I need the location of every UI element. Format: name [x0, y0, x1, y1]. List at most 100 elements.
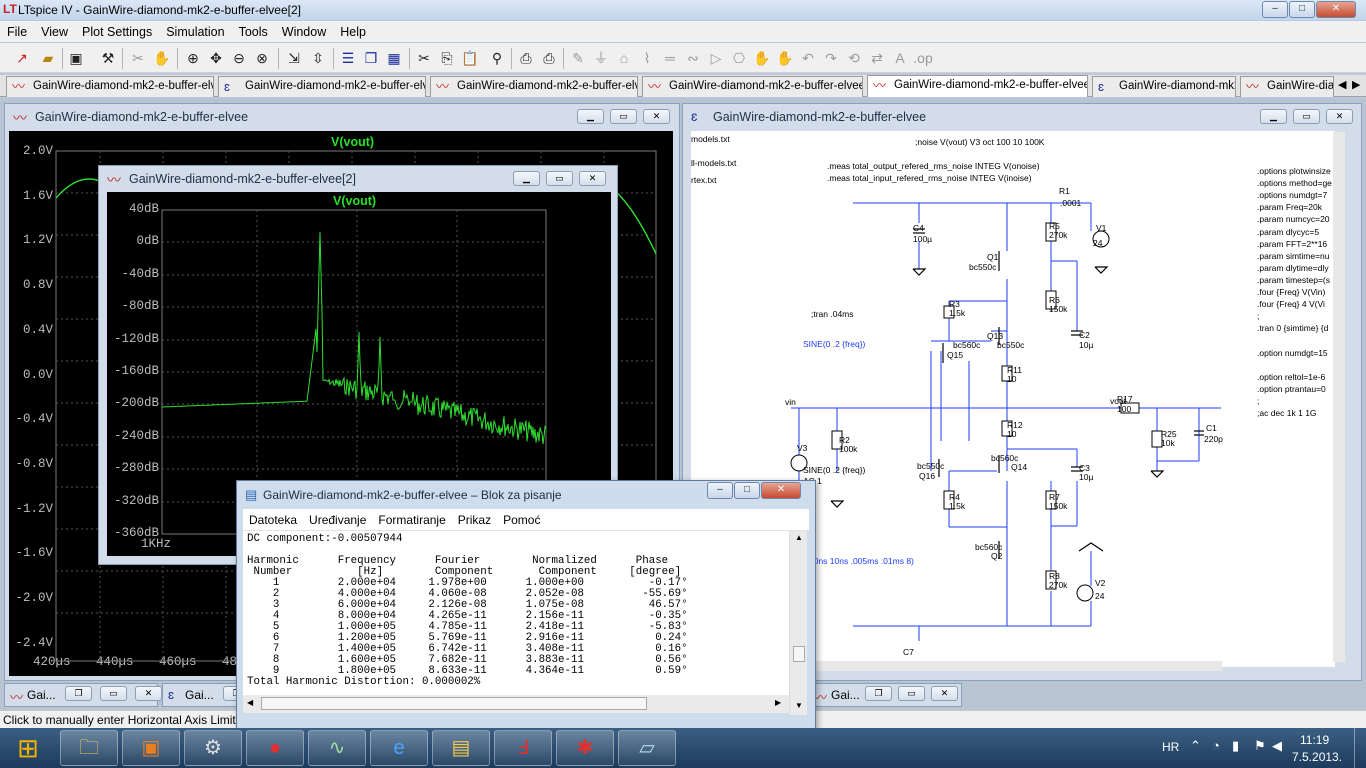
open-icon[interactable]: ▰: [38, 48, 58, 68]
schematic-label[interactable]: .meas total_input_refered_rms_noise INTE…: [827, 173, 1032, 183]
schematic-label[interactable]: .0001: [1060, 198, 1081, 208]
schematic-label[interactable]: R1: [1059, 186, 1070, 196]
maximize-button[interactable]: ▭: [898, 686, 925, 701]
taskbar-notepad[interactable]: ▱: [618, 730, 676, 766]
spice-directive[interactable]: .option ptrantau=0: [1257, 384, 1326, 394]
redo-icon[interactable]: ↷: [821, 48, 841, 68]
zoom-in-icon[interactable]: ⊕: [183, 48, 203, 68]
cascade-icon[interactable]: ❐: [361, 48, 381, 68]
schematic-maximize-button[interactable]: ▭: [1293, 109, 1320, 124]
notepad-close-button[interactable]: ✕: [761, 482, 801, 499]
schematic-label[interactable]: C4: [913, 223, 924, 233]
schematic-label[interactable]: bc550c: [997, 340, 1024, 350]
schematic-label[interactable]: 1.5k: [949, 501, 965, 511]
transient-close-button[interactable]: ✕: [643, 109, 670, 124]
spice-directive-icon[interactable]: .op: [913, 48, 933, 68]
action-center-icon[interactable]: ⚑: [1254, 738, 1266, 754]
inductor-icon[interactable]: ∾: [683, 48, 703, 68]
zoom-full-icon[interactable]: ⊗: [252, 48, 272, 68]
notepad-menu-file[interactable]: Datoteka: [243, 513, 303, 527]
menu-simulation[interactable]: Simulation: [159, 25, 231, 39]
start-button[interactable]: ⊞: [4, 728, 52, 768]
notepad-hscroll[interactable]: ◀ ▶: [243, 695, 789, 713]
schematic-label[interactable]: SINE(0 .2 {freq}): [803, 465, 865, 475]
tab-doc-3[interactable]: 〰 GainWire-diamond-mk2-e-buffer-elvee: [430, 76, 638, 97]
schematic-label[interactable]: bc550c: [969, 262, 996, 272]
tab-doc-6[interactable]: ɛ GainWire-diamond-mk2-f: [1092, 76, 1236, 97]
schematic-label[interactable]: models.txt: [691, 134, 730, 144]
spice-directive[interactable]: .param timestep=(s: [1257, 275, 1330, 285]
schematic-label[interactable]: 10: [1007, 429, 1016, 439]
tab-scroll-right-icon[interactable]: ▶: [1352, 78, 1360, 91]
notepad-menu-help[interactable]: Pomoć: [497, 513, 546, 527]
tab-doc-2[interactable]: ɛ GainWire-diamond-mk2-e-buffer-elvee: [218, 76, 426, 97]
schematic-minimize-button[interactable]: ▁: [1260, 109, 1287, 124]
restore-button[interactable]: ❐: [865, 686, 892, 701]
schematic-label[interactable]: V1: [1096, 223, 1106, 233]
notepad-text-area[interactable]: DC component:-0.00507944 Harmonic Freque…: [243, 531, 789, 695]
zoom-pan-icon[interactable]: ✥: [206, 48, 226, 68]
autorange-icon[interactable]: ⇲: [284, 48, 304, 68]
move-icon[interactable]: ✋: [752, 48, 772, 68]
minimized-window-3[interactable]: 〰 Gai... ❐ ▭ ✕: [808, 683, 962, 707]
taskbar-app-4[interactable]: ●: [246, 730, 304, 766]
clock-date[interactable]: 7.5.2013.: [1292, 750, 1342, 764]
menu-tools[interactable]: Tools: [232, 25, 275, 39]
resistor-icon[interactable]: ⌇: [637, 48, 657, 68]
spice-directive[interactable]: .option numdgt=15: [1257, 348, 1328, 358]
autorange-y-icon[interactable]: ⇳: [308, 48, 328, 68]
schematic-label[interactable]: C2: [1079, 330, 1090, 340]
schematic-label[interactable]: 270k: [1049, 230, 1067, 240]
schematic-label[interactable]: 220p: [1204, 434, 1223, 444]
transient-maximize-button[interactable]: ▭: [610, 109, 637, 124]
language-indicator[interactable]: HR: [1162, 740, 1179, 754]
minimized-window-1[interactable]: 〰 Gai... ❐ ▭ ✕: [4, 683, 162, 707]
cut-icon[interactable]: ✂: [414, 48, 434, 68]
schematic-label[interactable]: SINE(0 .2 {freq}): [803, 339, 865, 349]
scroll-down-icon[interactable]: ▼: [795, 701, 803, 710]
close-button[interactable]: ✕: [931, 686, 958, 701]
schematic-label[interactable]: bc550c: [917, 461, 944, 471]
tab-scroll-left-icon[interactable]: ◀: [1338, 78, 1346, 91]
halt-icon[interactable]: ✋: [152, 48, 172, 68]
notepad-menu-format[interactable]: Formatiranje: [372, 513, 451, 527]
control-panel-icon[interactable]: ⚒: [98, 48, 118, 68]
schematic-close-button[interactable]: ✕: [1326, 109, 1353, 124]
spice-directive[interactable]: .options numdgt=7: [1257, 190, 1327, 200]
menu-plot-settings[interactable]: Plot Settings: [75, 25, 159, 39]
text-icon[interactable]: A: [890, 48, 910, 68]
schematic-label[interactable]: V3: [797, 443, 807, 453]
show-desktop-button[interactable]: [1354, 728, 1366, 768]
schematic-label[interactable]: 10µ: [1079, 472, 1093, 482]
menu-file[interactable]: File: [0, 25, 34, 39]
sync-icon[interactable]: ◔: [1212, 738, 1220, 753]
schematic-label[interactable]: 10: [1007, 374, 1016, 384]
ground-icon[interactable]: ⏚: [591, 48, 611, 68]
spice-directive[interactable]: .options method=ge: [1257, 178, 1332, 188]
taskbar-app-9[interactable]: ✱: [556, 730, 614, 766]
scroll-thumb[interactable]: [793, 646, 805, 662]
schematic-label[interactable]: 100µ: [913, 234, 932, 244]
schematic-label[interactable]: 10k: [1161, 438, 1175, 448]
schematic-label[interactable]: 100: [1117, 404, 1131, 414]
schematic-label[interactable]: 1.5k: [949, 308, 965, 318]
paste-icon[interactable]: 📋: [460, 48, 480, 68]
spice-directive[interactable]: .param simtime=nu: [1257, 251, 1330, 261]
drag-icon[interactable]: ✋: [775, 48, 795, 68]
tab-doc-1[interactable]: 〰 GainWire-diamond-mk2-e-buffer-elvee: [6, 76, 214, 97]
schematic-label[interactable]: Q15: [947, 350, 963, 360]
menu-help[interactable]: Help: [333, 25, 373, 39]
undo-icon[interactable]: ↶: [798, 48, 818, 68]
schematic-label[interactable]: 150k: [1049, 304, 1067, 314]
schematic-label[interactable]: Q14: [1011, 462, 1027, 472]
close-button[interactable]: ✕: [1316, 1, 1356, 18]
spice-directive[interactable]: .param FFT=2**16: [1257, 239, 1327, 249]
schematic-label[interactable]: C7: [903, 647, 914, 657]
restore-button[interactable]: ❐: [65, 686, 92, 701]
schematic-label[interactable]: 10µ: [1079, 340, 1093, 350]
mirror-icon[interactable]: ⇄: [867, 48, 887, 68]
tab-doc-4[interactable]: 〰 GainWire-diamond-mk2-e-buffer-elvee[1]: [642, 76, 863, 97]
capacitor-icon[interactable]: ═: [660, 48, 680, 68]
volume-icon[interactable]: ◀: [1272, 738, 1282, 754]
wire-icon[interactable]: ✎: [568, 48, 588, 68]
